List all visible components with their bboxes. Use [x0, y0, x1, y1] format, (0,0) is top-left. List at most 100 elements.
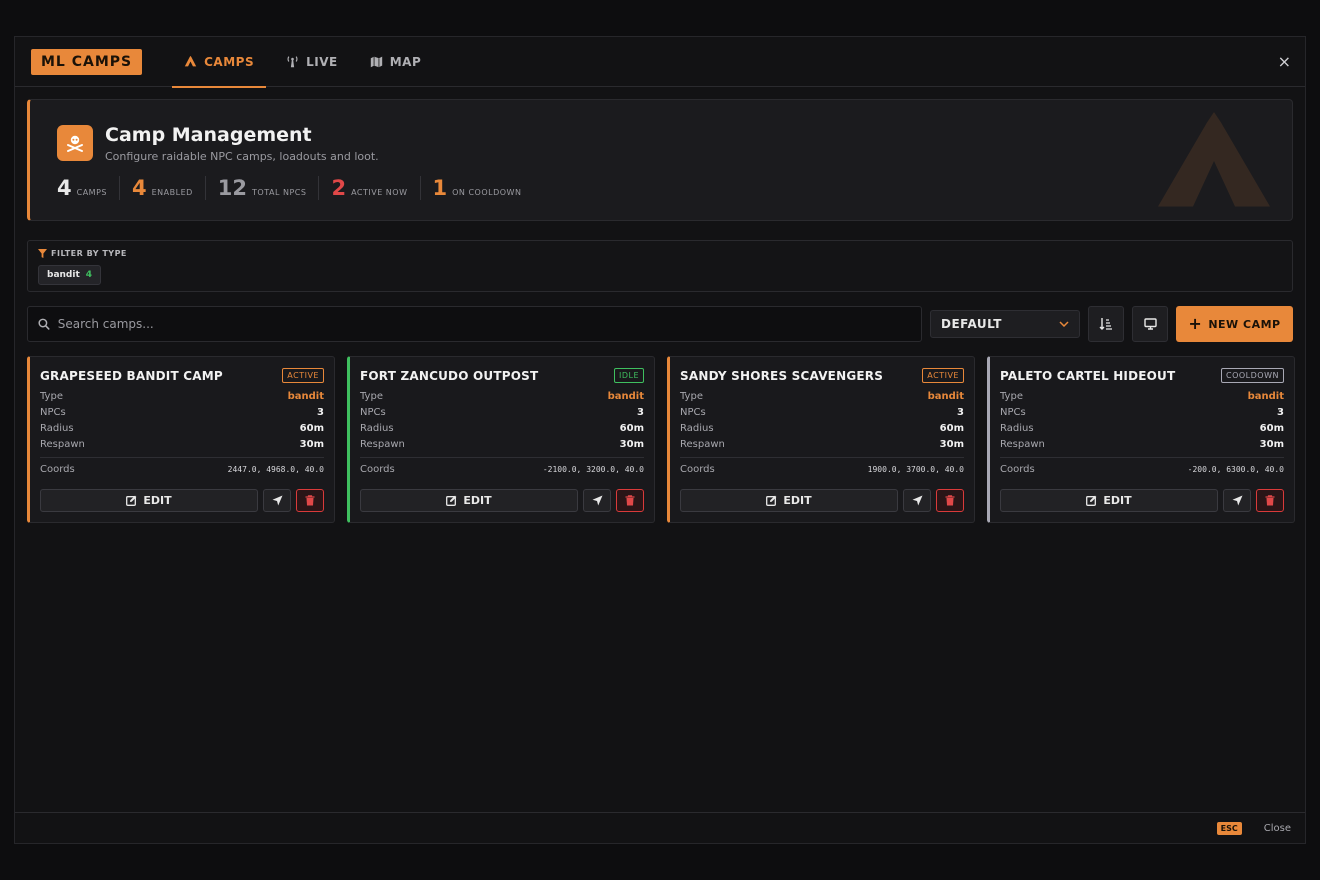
tab-label: MAP	[389, 54, 422, 69]
trash-icon	[1265, 495, 1275, 506]
respawn-row: Respawn 30m	[360, 439, 644, 450]
edit-button[interactable]: EDIT	[680, 489, 898, 512]
page-subtitle: Configure raidable NPC camps, loadouts a…	[105, 150, 379, 163]
stat-total-npcs: 12 TOTAL NPCS	[218, 176, 320, 200]
camps-window: ML CAMPS CAMPS LIVE MAP × Camp Managemen…	[14, 36, 1306, 844]
radius-row: Radius 60m	[680, 423, 964, 434]
type-row: Type bandit	[40, 391, 324, 402]
new-camp-button[interactable]: + NEW CAMP	[1176, 306, 1293, 342]
sort-icon	[1099, 318, 1112, 330]
tab-bar: CAMPS LIVE MAP	[172, 37, 441, 88]
edit-button[interactable]: EDIT	[360, 489, 578, 512]
tab-label: LIVE	[306, 54, 338, 69]
camp-name: GRAPESEED BANDIT CAMP	[40, 368, 223, 383]
type-row: Type bandit	[680, 391, 964, 402]
tab-map[interactable]: MAP	[358, 37, 434, 87]
trash-icon	[305, 495, 315, 506]
antenna-icon	[287, 56, 298, 68]
trash-icon	[945, 495, 955, 506]
status-badge: ACTIVE	[282, 368, 324, 383]
map-icon	[370, 56, 382, 68]
tent-watermark-icon	[1158, 112, 1270, 207]
search-icon	[38, 318, 50, 330]
coords-row: Coords -200.0, 6300.0, 40.0	[1000, 464, 1284, 475]
footer-bar: ESC Close	[15, 812, 1305, 843]
close-icon[interactable]: ×	[1278, 52, 1291, 71]
esc-key-badge: ESC	[1216, 821, 1242, 835]
coords-row: Coords 2447.0, 4968.0, 40.0	[40, 464, 324, 475]
status-badge: COOLDOWN	[1221, 368, 1284, 383]
filter-panel: FILTER BY TYPE bandit 4	[27, 240, 1293, 292]
search-input[interactable]	[57, 317, 921, 331]
divider	[40, 457, 324, 458]
camp-name: FORT ZANCUDO OUTPOST	[360, 368, 539, 383]
delete-button[interactable]	[296, 489, 324, 512]
stat-enabled: 4 ENABLED	[132, 176, 206, 200]
status-badge: ACTIVE	[922, 368, 964, 383]
edit-icon	[1086, 495, 1097, 506]
stat-camps: 4 CAMPS	[57, 176, 120, 200]
display-mode-button[interactable]	[1132, 306, 1168, 342]
respawn-row: Respawn 30m	[40, 439, 324, 450]
stat-active-now: 2 ACTIVE NOW	[331, 176, 421, 200]
npcs-row: NPCs 3	[40, 407, 324, 418]
stats-row: 4 CAMPS 4 ENABLED 12 TOTAL NPCS 2 ACTIVE NOW…	[57, 176, 545, 200]
coords-row: Coords -2100.0, 3200.0, 40.0	[360, 464, 644, 475]
teleport-button[interactable]	[1223, 489, 1251, 512]
radius-row: Radius 60m	[40, 423, 324, 434]
teleport-button[interactable]	[263, 489, 291, 512]
card-actions: EDIT	[1000, 489, 1284, 512]
header-bar: ML CAMPS CAMPS LIVE MAP ×	[15, 37, 1305, 88]
camp-card-list: GRAPESEED BANDIT CAMP ACTIVE Type bandit …	[27, 356, 1295, 523]
delete-button[interactable]	[616, 489, 644, 512]
divider	[680, 457, 964, 458]
stat-on-cooldown: 1 ON COOLDOWN	[432, 176, 522, 200]
filter-title: FILTER BY TYPE	[38, 249, 127, 258]
location-arrow-icon	[592, 495, 602, 506]
edit-icon	[446, 495, 457, 506]
edit-icon	[766, 495, 777, 506]
edit-button[interactable]: EDIT	[1000, 489, 1218, 512]
camp-card[interactable]: PALETO CARTEL HIDEOUT COOLDOWN Type bandi…	[987, 356, 1295, 523]
filter-chip-bandit[interactable]: bandit 4	[38, 265, 102, 285]
brand-logo: ML CAMPS	[31, 48, 143, 75]
close-link[interactable]: Close	[1264, 823, 1291, 834]
sort-select[interactable]: DEFAULT	[930, 310, 1080, 338]
camp-name: PALETO CARTEL HIDEOUT	[1000, 368, 1176, 383]
status-badge: IDLE	[613, 368, 644, 383]
card-actions: EDIT	[40, 489, 324, 512]
teleport-button[interactable]	[583, 489, 611, 512]
monitor-icon	[1143, 318, 1157, 330]
tab-label: CAMPS	[204, 54, 255, 69]
tent-icon	[184, 55, 197, 67]
delete-button[interactable]	[936, 489, 964, 512]
camp-card[interactable]: GRAPESEED BANDIT CAMP ACTIVE Type bandit …	[27, 356, 335, 523]
camp-card[interactable]: SANDY SHORES SCAVENGERS ACTIVE Type bandi…	[667, 356, 975, 523]
camp-card[interactable]: FORT ZANCUDO OUTPOST IDLE Type bandit NPC…	[347, 356, 655, 523]
respawn-row: Respawn 30m	[680, 439, 964, 450]
npcs-row: NPCs 3	[680, 407, 964, 418]
npcs-row: NPCs 3	[360, 407, 644, 418]
search-box	[27, 306, 922, 342]
card-actions: EDIT	[360, 489, 644, 512]
respawn-row: Respawn 30m	[1000, 439, 1284, 450]
edit-button[interactable]: EDIT	[40, 489, 258, 512]
card-actions: EDIT	[680, 489, 964, 512]
type-row: Type bandit	[1000, 391, 1284, 402]
tab-camps[interactable]: CAMPS	[172, 37, 267, 88]
edit-icon	[126, 495, 137, 506]
divider	[360, 457, 644, 458]
funnel-icon	[38, 249, 47, 258]
delete-button[interactable]	[1256, 489, 1284, 512]
trash-icon	[625, 495, 635, 506]
coords-row: Coords 1900.0, 3700.0, 40.0	[680, 464, 964, 475]
location-arrow-icon	[1232, 495, 1242, 506]
teleport-button[interactable]	[903, 489, 931, 512]
npcs-row: NPCs 3	[1000, 407, 1284, 418]
radius-row: Radius 60m	[1000, 423, 1284, 434]
sort-order-button[interactable]	[1088, 306, 1124, 342]
divider	[1000, 457, 1284, 458]
chevron-down-icon	[1059, 321, 1069, 327]
type-row: Type bandit	[360, 391, 644, 402]
tab-live[interactable]: LIVE	[274, 37, 350, 87]
